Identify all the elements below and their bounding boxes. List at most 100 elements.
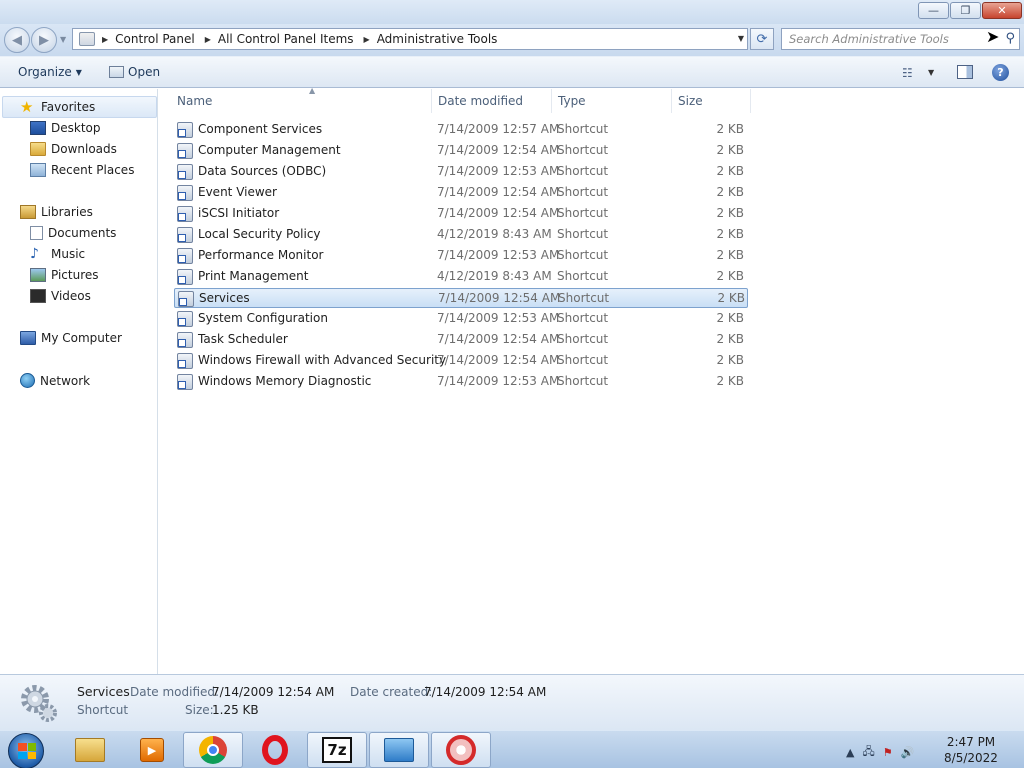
action-center-icon[interactable]: ⚑ xyxy=(883,746,893,759)
minimize-button[interactable]: — xyxy=(918,2,949,19)
file-name: Performance Monitor xyxy=(198,248,324,262)
explorer-icon xyxy=(75,738,105,762)
table-row[interactable]: Computer Management 7/14/2009 12:54 AM Sho… xyxy=(174,141,748,161)
preview-pane-icon[interactable] xyxy=(957,65,973,79)
sidebar-item-favorites[interactable]: ★ Favorites xyxy=(2,96,157,118)
organize-label: Organize xyxy=(18,65,72,79)
videos-icon xyxy=(30,289,46,303)
services-gear-icon xyxy=(21,685,57,722)
file-date-modified: 4/12/2019 8:43 AM xyxy=(437,269,552,283)
address-dropdown-icon[interactable]: ▼ xyxy=(738,34,744,43)
volume-icon[interactable]: 🔊 xyxy=(901,746,915,759)
table-row[interactable]: Event Viewer 7/14/2009 12:54 AM Shortcut 2 … xyxy=(174,183,748,203)
chevron-down-icon: ▼ xyxy=(75,67,82,77)
column-header-type[interactable]: Type xyxy=(552,89,672,113)
file-name: Windows Firewall with Advanced Security xyxy=(198,353,447,367)
sidebar-item-pictures[interactable]: Pictures xyxy=(30,268,99,282)
shortcut-icon xyxy=(178,291,194,307)
taskbar-7zip-button[interactable]: 7z xyxy=(307,732,367,768)
clock[interactable]: 2:47 PM 8/5/2022 xyxy=(936,734,1006,766)
shortcut-icon xyxy=(177,122,193,138)
table-row[interactable]: Windows Memory Diagnostic 7/14/2009 12:53… xyxy=(174,372,748,392)
column-header-label: Type xyxy=(558,94,586,108)
recent-pages-dropdown[interactable]: ▼ xyxy=(60,35,66,44)
file-name: Computer Management xyxy=(198,143,341,157)
breadcrumb-administrative-tools[interactable]: Administrative Tools xyxy=(377,32,498,46)
forward-button[interactable]: ▶ xyxy=(31,27,57,53)
sidebar-item-downloads[interactable]: Downloads xyxy=(30,142,117,156)
help-icon[interactable]: ? xyxy=(992,64,1009,81)
shortcut-icon xyxy=(177,248,193,264)
taskbar-chrome-button[interactable] xyxy=(183,732,243,768)
sidebar-item-my-computer[interactable]: My Computer xyxy=(20,331,122,345)
sidebar-item-libraries[interactable]: Libraries xyxy=(20,205,93,219)
table-row[interactable]: System Configuration 7/14/2009 12:53 AM Sh… xyxy=(174,309,748,329)
pictures-icon xyxy=(30,268,46,282)
taskbar-media-player-button[interactable]: ▶ xyxy=(122,732,182,768)
breadcrumb-all-items[interactable]: All Control Panel Items xyxy=(218,32,354,46)
network-status-icon[interactable]: 🖧 xyxy=(862,743,874,762)
clock-date: 8/5/2022 xyxy=(944,751,998,765)
search-input[interactable] xyxy=(782,29,982,49)
restore-button[interactable]: ❐ xyxy=(950,2,981,19)
chevron-right-icon[interactable]: ▶ xyxy=(364,35,370,44)
libraries-icon xyxy=(20,205,36,219)
shortcut-icon xyxy=(177,353,193,369)
table-row[interactable]: Local Security Policy 4/12/2019 8:43 AM Sh… xyxy=(174,225,748,245)
sidebar-item-videos[interactable]: Videos xyxy=(30,289,91,303)
start-button[interactable] xyxy=(8,733,44,768)
breadcrumb-control-panel[interactable]: Control Panel xyxy=(115,32,195,46)
sidebar-item-recent-places[interactable]: Recent Places xyxy=(30,163,134,177)
file-name: Local Security Policy xyxy=(198,227,321,241)
table-row[interactable]: Print Management 4/12/2019 8:43 AM Shortcu… xyxy=(174,267,748,287)
show-hidden-icons-icon[interactable]: ▲ xyxy=(846,746,854,759)
close-button[interactable]: ✕ xyxy=(982,2,1022,19)
taskbar-control-panel-button[interactable] xyxy=(369,732,429,768)
details-file-type: Shortcut xyxy=(77,703,129,717)
column-header-date[interactable]: Date modified xyxy=(432,89,552,113)
file-size: 2 KB xyxy=(716,269,744,283)
taskbar-network-tool-button[interactable] xyxy=(431,732,491,768)
sidebar-item-label: Libraries xyxy=(41,205,93,219)
sidebar-item-music[interactable]: ♪ Music xyxy=(30,247,85,261)
sidebar-item-network[interactable]: Network xyxy=(20,373,90,388)
sidebar-item-documents[interactable]: Documents xyxy=(30,226,116,240)
file-name: Windows Memory Diagnostic xyxy=(198,374,372,388)
chevron-right-icon[interactable]: ▶ xyxy=(102,35,108,44)
column-header-label: Name xyxy=(177,94,213,108)
file-date-modified: 7/14/2009 12:57 AM xyxy=(437,122,560,136)
table-row[interactable]: Performance Monitor 7/14/2009 12:53 AM Sho… xyxy=(174,246,748,266)
sidebar-item-label: Music xyxy=(51,247,86,261)
sidebar-item-desktop[interactable]: Desktop xyxy=(30,121,101,135)
refresh-button[interactable]: ⟳ xyxy=(750,28,774,50)
file-date-modified: 7/14/2009 12:53 AM xyxy=(437,248,560,262)
open-button[interactable]: Open xyxy=(109,65,160,79)
shortcut-icon xyxy=(177,332,193,348)
table-row[interactable]: Task Scheduler 7/14/2009 12:54 AM Shortcut… xyxy=(174,330,748,350)
file-date-modified: 7/14/2009 12:53 AM xyxy=(437,311,560,325)
shortcut-icon xyxy=(177,185,193,201)
file-size: 2 KB xyxy=(717,291,745,305)
table-row[interactable]: Services 7/14/2009 12:54 AM Shortcut 2 KB xyxy=(174,288,748,308)
organize-button[interactable]: Organize ▼ xyxy=(18,65,82,79)
search-box[interactable]: ⚲ xyxy=(781,28,1020,50)
column-header-size[interactable]: Size xyxy=(672,89,751,113)
file-name: Data Sources (ODBC) xyxy=(198,164,327,178)
search-icon[interactable]: ⚲ xyxy=(1005,31,1015,46)
taskbar-opera-button[interactable] xyxy=(245,732,305,768)
back-button[interactable]: ◀ xyxy=(4,27,30,53)
table-row[interactable]: iSCSI Initiator 7/14/2009 12:54 AM Shortcu… xyxy=(174,204,748,224)
address-bar[interactable]: ▶ Control Panel ▶ All Control Panel Item… xyxy=(72,28,748,50)
file-type: Shortcut xyxy=(557,122,609,136)
table-row[interactable]: Component Services 7/14/2009 12:57 AM Shor… xyxy=(174,120,748,140)
chrome-icon xyxy=(199,736,227,764)
column-header-name[interactable]: Name ▲ xyxy=(171,86,432,113)
table-row[interactable]: Windows Firewall with Advanced Security 7… xyxy=(174,351,748,371)
change-view-icon[interactable]: ☷ xyxy=(902,66,913,80)
taskbar-explorer-button[interactable] xyxy=(60,732,120,768)
view-options-dropdown-icon[interactable]: ▼ xyxy=(928,68,934,77)
chevron-right-icon[interactable]: ▶ xyxy=(205,35,211,44)
table-row[interactable]: Data Sources (ODBC) 7/14/2009 12:53 AM Sho… xyxy=(174,162,748,182)
shortcut-icon xyxy=(177,374,193,390)
file-type: Shortcut xyxy=(558,291,610,305)
